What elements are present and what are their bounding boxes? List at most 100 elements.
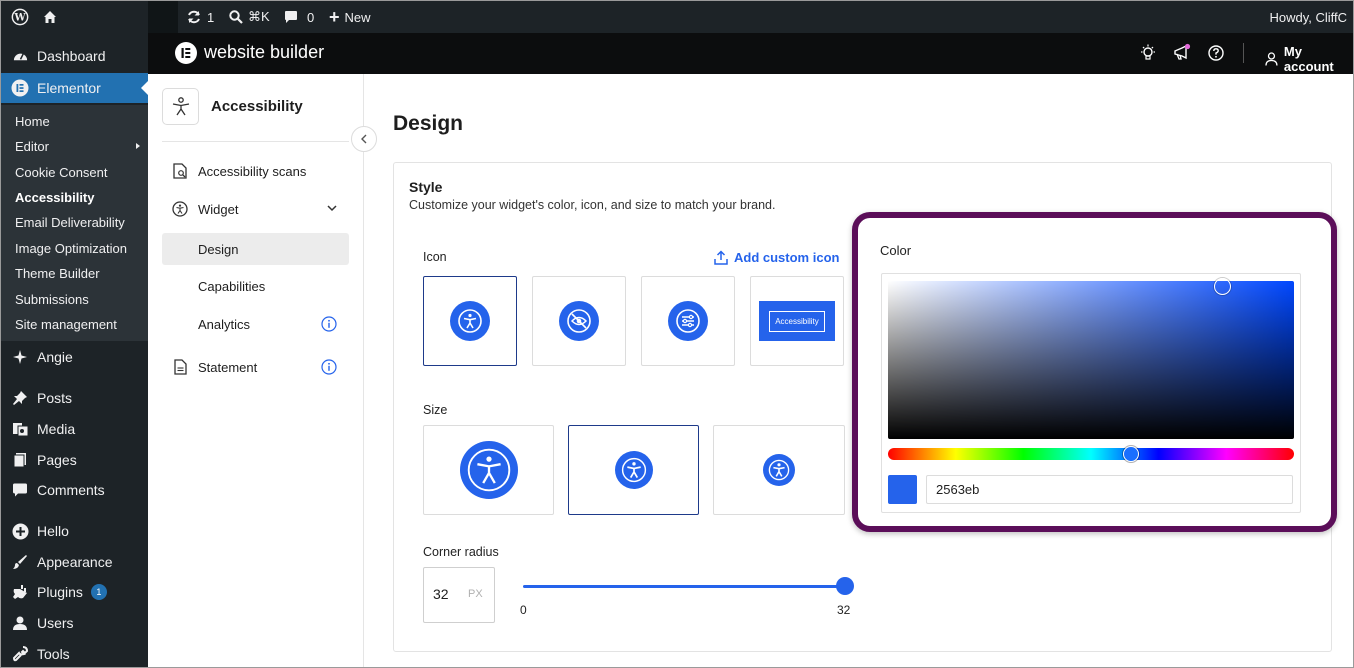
menu-plugins[interactable]: Plugins 1	[1, 577, 148, 607]
my-account-button[interactable]: My account	[1265, 44, 1353, 74]
home-icon[interactable]	[42, 1, 58, 33]
user-icon	[1, 615, 37, 631]
nav-design-label: Design	[198, 241, 239, 257]
wrench-icon	[1, 646, 37, 662]
user-icon	[1265, 52, 1278, 66]
admin-sidebar: Dashboard Elementor Home Editor Cookie C…	[1, 33, 148, 667]
app-window: W 1 ⌘K 0 + New Howdy, CliffC Dashboard E…	[0, 0, 1354, 668]
menu-posts[interactable]: Posts	[1, 383, 148, 413]
size-section-label: Size	[423, 403, 448, 417]
wordpress-logo-icon[interactable]: W	[11, 1, 29, 33]
size-option-medium[interactable]	[568, 425, 699, 515]
menu-media[interactable]: Media	[1, 414, 148, 444]
app-title: Accessibility	[211, 98, 303, 115]
menu-users-label: Users	[37, 615, 74, 631]
corner-radius-value: 32	[433, 586, 449, 602]
saturation-area[interactable]	[888, 281, 1294, 439]
plus-icon: +	[329, 7, 340, 27]
menu-pages[interactable]: Pages	[1, 445, 148, 475]
lightbulb-icon[interactable]	[1138, 43, 1158, 63]
comment-bubble-icon	[1, 482, 37, 498]
nav-widget[interactable]: Widget	[162, 193, 349, 225]
corner-radius-input[interactable]: 32 PX	[423, 567, 495, 623]
color-picker	[881, 273, 1301, 513]
sparkle-icon	[1, 349, 37, 365]
icon-option-person[interactable]	[423, 276, 517, 366]
submenu-accessibility[interactable]: Accessibility	[15, 190, 95, 205]
elementor-logo-icon	[175, 42, 197, 64]
menu-hello[interactable]: Hello	[1, 516, 148, 546]
nav-design[interactable]: Design	[162, 233, 349, 265]
submenu-editor[interactable]: Editor	[15, 139, 140, 154]
menu-elementor[interactable]: Elementor	[1, 73, 148, 103]
accessibility-person-icon	[450, 301, 490, 341]
howdy-account[interactable]: Howdy, CliffC	[1269, 1, 1347, 33]
submenu-image-optimization[interactable]: Image Optimization	[15, 241, 127, 256]
corner-radius-slider-thumb[interactable]	[836, 577, 854, 595]
comment-bubble-icon	[285, 11, 297, 23]
add-custom-icon-label: Add custom icon	[734, 250, 840, 265]
saturation-handle[interactable]	[1214, 278, 1231, 295]
menu-tools[interactable]: Tools	[1, 639, 148, 667]
plugins-update-badge: 1	[90, 584, 107, 600]
hello-theme-icon	[1, 523, 37, 540]
info-icon[interactable]	[321, 316, 337, 335]
menu-users[interactable]: Users	[1, 608, 148, 638]
document-icon	[162, 359, 198, 375]
search-link[interactable]: ⌘K	[229, 1, 270, 33]
menu-pages-label: Pages	[37, 452, 77, 468]
header-divider	[1243, 43, 1244, 63]
updates-count: 1	[207, 9, 215, 25]
submenu-theme-builder[interactable]: Theme Builder	[15, 266, 100, 281]
submenu-editor-label: Editor	[15, 139, 49, 154]
nav-statement-label: Statement	[198, 359, 258, 375]
icon-option-text-button[interactable]: Accessibility	[750, 276, 844, 366]
hue-slider-handle[interactable]	[1123, 446, 1139, 462]
menu-angie[interactable]: Angie	[1, 342, 148, 372]
size-option-small[interactable]	[713, 425, 845, 515]
help-icon[interactable]	[1206, 43, 1226, 63]
size-option-large[interactable]	[423, 425, 554, 515]
corner-radius-slider-track[interactable]	[523, 585, 845, 588]
nav-statement[interactable]: Statement	[162, 351, 349, 383]
collapse-nav-button[interactable]	[351, 126, 377, 152]
info-icon[interactable]	[321, 359, 337, 378]
submenu-email-deliverability[interactable]: Email Deliverability	[15, 215, 125, 230]
style-subtitle: Customize your widget's color, icon, and…	[409, 198, 776, 212]
hex-color-input[interactable]	[926, 475, 1293, 504]
comments-link[interactable]: 0	[284, 1, 314, 33]
comments-count: 0	[307, 9, 315, 25]
updates-link[interactable]: 1	[186, 1, 214, 33]
dashboard-gauge-icon	[1, 48, 37, 65]
add-custom-icon-button[interactable]: Add custom icon	[714, 250, 839, 265]
nav-capabilities[interactable]: Capabilities	[162, 270, 349, 302]
submenu-site-management[interactable]: Site management	[15, 317, 117, 332]
menu-appearance-label: Appearance	[37, 554, 113, 570]
nav-analytics[interactable]: Analytics	[162, 308, 349, 340]
admin-bar-spacer	[148, 1, 178, 33]
new-content-link[interactable]: + New	[329, 1, 371, 33]
menu-comments[interactable]: Comments	[1, 475, 148, 505]
paintbrush-icon	[1, 554, 37, 570]
nav-analytics-label: Analytics	[198, 316, 251, 332]
admin-bar: W 1 ⌘K 0 + New Howdy, CliffC	[1, 1, 1353, 33]
accessibility-person-icon	[459, 441, 518, 499]
icon-option-sliders[interactable]	[641, 276, 735, 366]
submenu-home[interactable]: Home	[15, 114, 50, 129]
new-label: New	[344, 9, 371, 25]
submenu-cookie-consent[interactable]: Cookie Consent	[15, 165, 108, 180]
corner-radius-unit: PX	[468, 588, 483, 600]
menu-appearance[interactable]: Appearance	[1, 547, 148, 577]
sliders-icon	[668, 301, 708, 341]
icon-option-eye-slash[interactable]	[532, 276, 626, 366]
accessibility-person-icon	[162, 201, 198, 217]
nav-accessibility-scans[interactable]: Accessibility scans	[162, 155, 349, 187]
menu-comments-label: Comments	[37, 482, 105, 498]
accessibility-nav: Accessibility Accessibility scans Widget…	[148, 74, 364, 667]
hue-slider[interactable]	[888, 448, 1294, 460]
menu-dashboard[interactable]: Dashboard	[1, 41, 148, 71]
megaphone-icon[interactable]	[1172, 43, 1192, 63]
submenu-submissions[interactable]: Submissions	[15, 292, 89, 307]
menu-angie-label: Angie	[37, 349, 73, 365]
menu-tools-label: Tools	[37, 646, 70, 662]
